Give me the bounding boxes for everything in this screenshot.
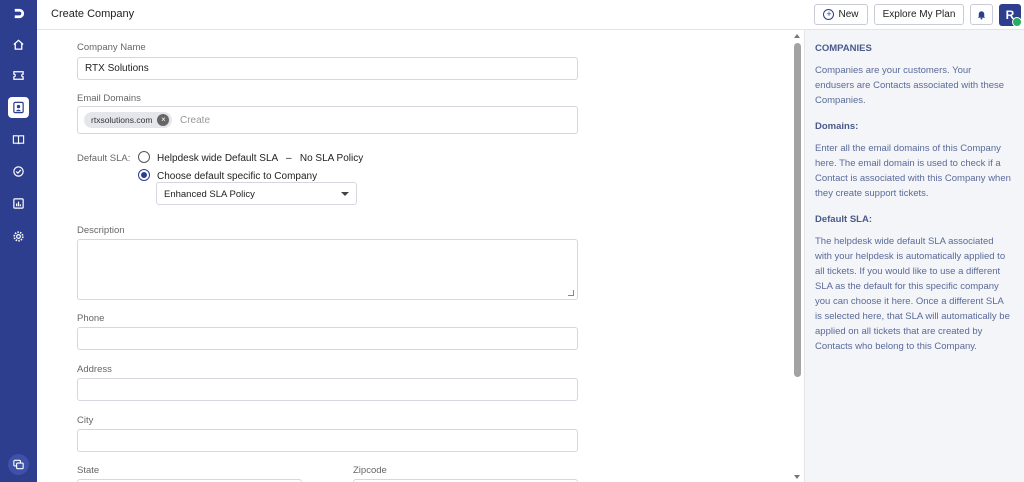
bell-icon	[977, 11, 986, 20]
help-domains-title: Domains:	[815, 121, 859, 132]
online-status-icon	[1012, 17, 1022, 27]
help-sla-title: Default SLA:	[815, 214, 872, 225]
resize-handle-icon[interactable]	[568, 290, 574, 296]
help-companies-title: COMPANIES	[815, 43, 872, 54]
default-sla-label: Default SLA:	[77, 153, 131, 164]
sla-specific-radio-label: Choose default specific to Company	[157, 171, 318, 182]
company-name-value: RTX Solutions	[85, 63, 149, 74]
plus-icon: +	[823, 9, 835, 20]
scroll-down-icon[interactable]	[794, 475, 800, 479]
logo-icon[interactable]	[8, 3, 29, 24]
phone-input[interactable]	[77, 327, 578, 350]
explore-plan-button[interactable]: Explore My Plan	[874, 4, 964, 25]
notifications-button[interactable]	[970, 4, 993, 25]
phone-label: Phone	[77, 313, 105, 324]
sla-policy-select[interactable]: Enhanced SLA Policy	[156, 182, 357, 205]
chat-icon[interactable]	[8, 454, 29, 475]
city-input[interactable]	[77, 429, 578, 452]
contacts-icon[interactable]	[8, 97, 29, 118]
form-scrollbar[interactable]	[792, 30, 803, 482]
new-button[interactable]: + New	[814, 4, 868, 25]
top-header: Create Company + New Explore My Plan R	[37, 0, 1024, 30]
help-companies-text: Companies are your customers. Your endus…	[815, 65, 1005, 106]
help-panel: COMPANIES Companies are your customers. …	[804, 30, 1024, 482]
page-title: Create Company	[51, 8, 135, 20]
city-label: City	[77, 415, 94, 426]
state-label: State	[77, 465, 100, 476]
tasks-icon[interactable]	[8, 161, 29, 182]
sidebar	[0, 0, 37, 482]
chevron-down-icon	[341, 192, 349, 196]
company-name-input[interactable]: RTX Solutions	[77, 57, 578, 80]
address-label: Address	[77, 364, 112, 375]
email-domain-chip-label: rtxsolutions.com	[91, 115, 153, 125]
email-domains-label: Email Domains	[77, 93, 141, 104]
ticket-icon[interactable]	[8, 65, 29, 86]
description-label: Description	[77, 225, 125, 236]
help-domains-text: Enter all the email domains of this Comp…	[815, 143, 1011, 199]
address-input[interactable]	[77, 378, 578, 401]
settings-icon[interactable]	[8, 226, 29, 247]
help-sla-text: The helpdesk wide default SLA associated…	[815, 236, 1010, 352]
sla-policy-selected: Enhanced SLA Policy	[164, 189, 255, 200]
remove-chip-icon[interactable]: ×	[157, 114, 170, 126]
reports-icon[interactable]	[8, 193, 29, 214]
scroll-thumb[interactable]	[794, 43, 801, 377]
description-textarea[interactable]	[77, 239, 578, 300]
email-domain-chip: rtxsolutions.com ×	[84, 112, 173, 128]
sla-default-radio[interactable]	[138, 151, 150, 163]
home-icon[interactable]	[8, 34, 29, 55]
knowledge-base-icon[interactable]	[8, 129, 29, 150]
sla-default-radio-label: Helpdesk wide Default SLA – No SLA Polic…	[157, 153, 364, 164]
zipcode-label: Zipcode	[353, 465, 387, 476]
new-button-label: New	[838, 9, 859, 20]
create-company-form: Company Name RTX Solutions Email Domains…	[37, 30, 792, 482]
scroll-up-icon[interactable]	[794, 34, 800, 38]
company-name-label: Company Name	[77, 42, 146, 53]
email-domains-input[interactable]: rtxsolutions.com × Create	[77, 106, 578, 134]
sla-specific-radio[interactable]	[138, 169, 150, 181]
email-domains-placeholder: Create	[180, 115, 211, 126]
